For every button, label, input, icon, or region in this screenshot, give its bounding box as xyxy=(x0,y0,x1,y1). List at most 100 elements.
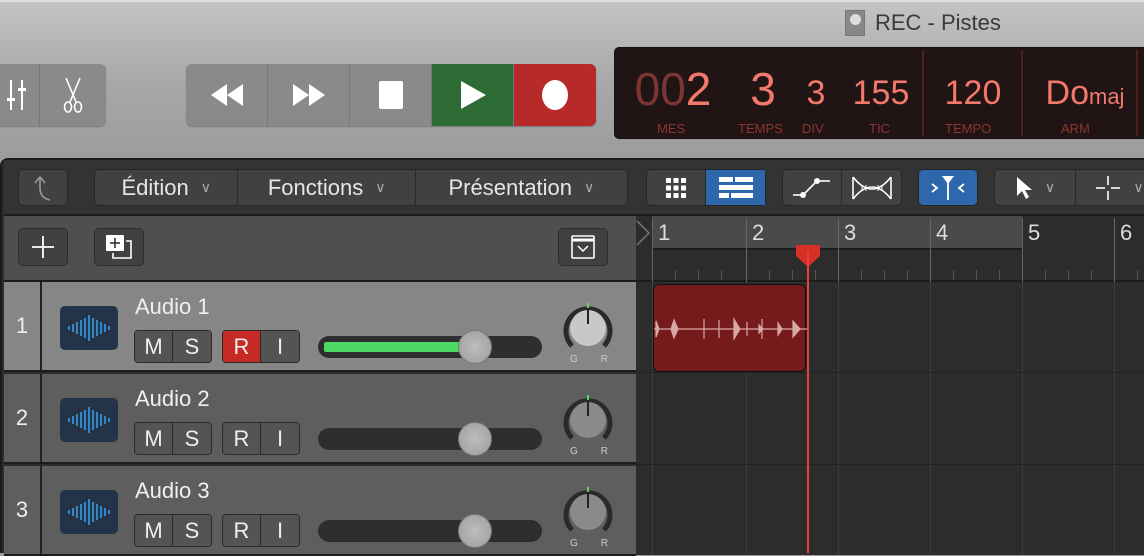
duplicate-track-button[interactable] xyxy=(94,228,144,266)
lcd-key-value: Do xyxy=(1045,74,1089,112)
audio-track-icon xyxy=(60,306,118,350)
input-monitoring-button[interactable]: I xyxy=(261,331,299,362)
track-header[interactable]: 1 Audio 1 M S R I G R xyxy=(4,282,636,372)
lcd-bar: 002 xyxy=(623,66,723,112)
menu-fonctions[interactable]: Fonctions ∨ xyxy=(238,170,416,205)
input-monitoring-button[interactable]: I xyxy=(261,423,299,454)
grid-view-button[interactable] xyxy=(647,170,707,205)
rewind-button[interactable] xyxy=(186,64,268,126)
beat-tick xyxy=(769,270,770,280)
fast-forward-button[interactable] xyxy=(268,64,350,126)
input-monitoring-button[interactable]: I xyxy=(261,515,299,546)
track-name[interactable]: Audio 3 xyxy=(135,478,210,504)
tracks-toolbar: Édition ∨ Fonctions ∨ Présentation ∨ ∨ ∨ xyxy=(4,160,1144,216)
mute-solo-group: M S xyxy=(134,330,212,363)
record-enable-button[interactable]: R xyxy=(223,423,261,454)
lcd-display[interactable]: 002 MES 3 TEMPS 3 DIV 155 TIC 120 TEMPO … xyxy=(614,47,1144,139)
solo-button[interactable]: S xyxy=(173,515,211,546)
menu-group: Édition ∨ Fonctions ∨ Présentation ∨ xyxy=(94,169,628,206)
mixer-button[interactable] xyxy=(0,64,40,126)
level-meter xyxy=(324,342,468,352)
mute-button[interactable]: M xyxy=(135,331,173,362)
track-number: 2 xyxy=(4,374,42,462)
lcd-separator xyxy=(1136,50,1138,136)
pointer-tool-button[interactable]: ∨ xyxy=(995,170,1077,205)
volume-fader-knob[interactable] xyxy=(458,514,493,548)
solo-button[interactable]: S xyxy=(173,331,211,362)
play-button[interactable] xyxy=(432,64,514,126)
scissors-button[interactable] xyxy=(40,64,106,126)
pan-left-label: G xyxy=(570,538,578,549)
mute-button[interactable]: M xyxy=(135,515,173,546)
track-header[interactable]: 3 Audio 3 M S R I G R xyxy=(4,466,636,556)
playhead-line[interactable] xyxy=(807,250,809,553)
collapse-button[interactable] xyxy=(558,228,608,266)
lcd-tick: 155 xyxy=(852,74,910,112)
bar-line xyxy=(1114,218,1115,282)
volume-fader-knob[interactable] xyxy=(458,422,493,456)
bar-number: 3 xyxy=(844,220,857,245)
track-name[interactable]: Audio 2 xyxy=(135,386,210,412)
catch-playhead-button[interactable] xyxy=(918,169,978,206)
flex-button[interactable] xyxy=(842,170,901,205)
automation-group xyxy=(782,169,902,206)
track-header-strip xyxy=(4,216,636,282)
volume-fader[interactable] xyxy=(318,422,542,456)
audio-track-icon xyxy=(60,398,118,442)
lcd-tempo-label: TEMPO xyxy=(945,121,992,136)
record-enable-button[interactable]: R xyxy=(223,331,261,362)
beat-tick xyxy=(953,270,954,280)
waveform xyxy=(654,316,807,342)
beat-tick xyxy=(884,270,885,280)
record-icon xyxy=(542,80,568,110)
beat-tick xyxy=(792,270,793,280)
bar-ruler[interactable]: 1 2 3 4 5 6 xyxy=(636,216,1144,282)
menu-edition[interactable]: Édition ∨ xyxy=(95,170,239,205)
lcd-key-mode: maj xyxy=(1089,84,1125,109)
track-header[interactable]: 2 Audio 2 M S R I G R xyxy=(4,374,636,464)
cycle-region[interactable] xyxy=(652,216,1022,250)
automation-button[interactable] xyxy=(783,170,843,205)
arrange-area[interactable] xyxy=(636,282,1144,555)
pan-knob[interactable] xyxy=(560,300,616,356)
mute-button[interactable]: M xyxy=(135,423,173,454)
list-view-button[interactable] xyxy=(706,170,765,205)
track-row-divider xyxy=(636,464,1144,465)
bar-number: 2 xyxy=(752,220,765,245)
back-button[interactable] xyxy=(18,169,68,206)
bar-line xyxy=(838,218,839,282)
volume-fader[interactable] xyxy=(318,514,542,548)
volume-fader-knob[interactable] xyxy=(458,330,493,364)
volume-fader[interactable] xyxy=(318,330,542,364)
beat-tick xyxy=(907,270,908,280)
crosshair-tool-button[interactable]: ∨ xyxy=(1076,170,1144,205)
lcd-tick-label: TIC xyxy=(869,121,890,136)
track-name[interactable]: Audio 1 xyxy=(135,294,210,320)
lcd-separator xyxy=(922,50,924,136)
record-button[interactable] xyxy=(514,64,596,126)
waveform-icon xyxy=(68,315,110,341)
duplicate-track-icon xyxy=(106,235,132,259)
pan-knob[interactable] xyxy=(560,392,616,448)
add-track-button[interactable] xyxy=(18,228,68,266)
beat-tick xyxy=(1091,270,1092,280)
record-enable-button[interactable]: R xyxy=(223,515,261,546)
pan-knob[interactable] xyxy=(560,484,616,540)
back-arrow-icon xyxy=(34,175,51,201)
solo-button[interactable]: S xyxy=(173,423,211,454)
lcd-tempo: 120 xyxy=(944,74,1002,112)
beat-tick xyxy=(1045,270,1046,280)
chevron-down-icon: ∨ xyxy=(584,179,595,195)
menu-presentation[interactable]: Présentation ∨ xyxy=(416,170,627,205)
audio-region-recording[interactable] xyxy=(653,284,807,372)
bar-grid-line xyxy=(838,282,839,555)
automation-icon xyxy=(793,177,830,198)
beat-tick xyxy=(675,270,676,280)
stop-button[interactable] xyxy=(350,64,432,126)
lcd-division: 3 xyxy=(806,74,826,112)
project-icon xyxy=(845,10,865,36)
bar-grid-line xyxy=(1114,282,1115,555)
chevron-down-icon: ∨ xyxy=(1044,179,1056,195)
bar-grid-line xyxy=(930,282,931,555)
track-number: 1 xyxy=(4,282,42,370)
